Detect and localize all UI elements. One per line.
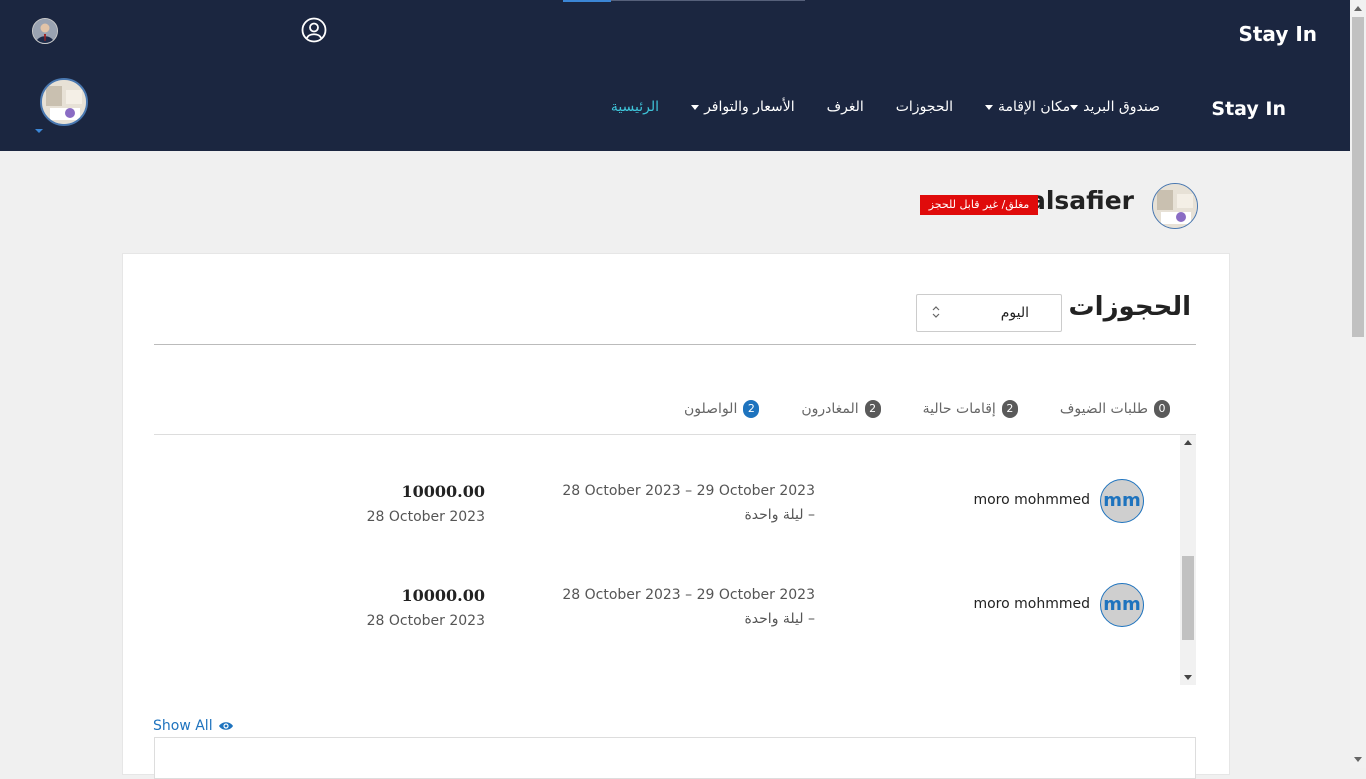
stay-dates: 28 October 2023 – 29 October 2023 ليلة و… <box>562 479 815 527</box>
tab-in-house[interactable]: 2 إقامات حالية <box>923 399 1018 419</box>
eye-icon <box>218 722 233 730</box>
account-avatar-small[interactable] <box>32 18 58 44</box>
booking-amount: 10000.00 28 October 2023 <box>367 583 485 633</box>
period-select[interactable]: اليوم <box>916 294 1062 332</box>
nav-bookings-label: الحجوزات <box>895 99 954 115</box>
nav-home[interactable]: الرئيسية <box>611 99 659 115</box>
tab-count-badge: 0 <box>1154 400 1170 418</box>
page-scrollbar[interactable] <box>1350 0 1366 768</box>
scroll-down-icon[interactable] <box>1184 675 1192 680</box>
hotel-avatar <box>1152 183 1198 229</box>
nav-property-label: مكان الإقامة <box>998 99 1071 115</box>
tab-guest-requests[interactable]: 0 طلبات الضيوف <box>1060 399 1170 419</box>
show-all-label: Show All <box>153 718 213 734</box>
status-badge: مغلق/ غير قابل للحجز <box>920 195 1038 215</box>
brand-logo-nav[interactable]: Stay In <box>1211 98 1286 120</box>
date-range: 28 October 2023 – 29 October 2023 <box>562 483 815 499</box>
booking-tabs: 2 الواصلون 2 المغادرون 2 إقامات حالية 0 … <box>642 399 1170 419</box>
guest-name: moro mohmmed <box>973 492 1090 508</box>
nav-rooms-label: الغرف <box>826 99 864 115</box>
nav-inbox[interactable]: صندوق البريد <box>1070 99 1160 115</box>
nav-rooms[interactable]: الغرف <box>827 99 864 115</box>
main-nav: الرئيسية الأسعار والتوافر الغرف الحجوزات… <box>579 97 1160 117</box>
loading-progress-track <box>611 0 805 1</box>
nav-property[interactable]: مكان الإقامة <box>985 99 1070 115</box>
hotel-name: alsafier <box>1028 186 1134 215</box>
top-navbar: Stay In Stay In الرئيسية الأسعار والتواف… <box>0 0 1350 151</box>
date-range: 28 October 2023 – 29 October 2023 <box>562 587 815 603</box>
guest-avatar: mm <box>1100 479 1144 523</box>
tab-arrivals[interactable]: 2 الواصلون <box>684 399 760 419</box>
guest-avatar: mm <box>1100 583 1144 627</box>
guest-name: moro mohmmed <box>973 596 1090 612</box>
scroll-up-icon[interactable] <box>1354 6 1362 11</box>
tab-label: إقامات حالية <box>922 401 996 417</box>
scroll-up-icon[interactable] <box>1184 440 1192 445</box>
scroll-thumb[interactable] <box>1182 556 1194 640</box>
price: 10000.00 <box>401 482 486 501</box>
tab-label: الواصلون <box>684 401 738 417</box>
nav-rates-availability[interactable]: الأسعار والتوافر <box>691 99 795 115</box>
title-divider <box>154 344 1196 345</box>
tab-count-badge: 2 <box>1001 400 1018 418</box>
nav-rates-label: الأسعار والتوافر <box>704 99 795 115</box>
nav-home-label: الرئيسية <box>610 99 660 115</box>
bookings-title: الحجوزات <box>1068 292 1191 322</box>
booking-row[interactable]: mm moro mohmmed 28 October 2023 – 29 Oct… <box>154 479 1180 579</box>
loading-progress-bar <box>563 0 611 2</box>
brand-logo-top[interactable]: Stay In <box>1238 22 1317 46</box>
page-scroll-thumb[interactable] <box>1352 17 1364 337</box>
price: 10000.00 <box>401 586 486 605</box>
bookings-list: mm moro mohmmed 28 October 2023 – 29 Oct… <box>154 435 1180 685</box>
booking-row[interactable]: mm moro mohmmed 28 October 2023 – 29 Oct… <box>154 583 1180 683</box>
tab-label: طلبات الضيوف <box>1059 401 1148 417</box>
stay-dates: 28 October 2023 – 29 October 2023 ليلة و… <box>562 583 815 631</box>
tab-count-badge: 2 <box>743 400 760 418</box>
nav-bookings[interactable]: الحجوزات <box>896 99 953 115</box>
nights-count: ليلة واحدة – <box>744 611 815 627</box>
booking-amount: 10000.00 28 October 2023 <box>367 479 485 529</box>
tab-departures[interactable]: 2 المغادرون <box>801 399 881 419</box>
period-select-value: اليوم <box>1000 305 1029 321</box>
chevron-down-icon <box>985 104 994 110</box>
tab-label: المغادرون <box>801 401 859 417</box>
chevron-down-icon[interactable] <box>35 129 43 133</box>
user-circle-icon[interactable] <box>301 17 327 43</box>
next-section-box <box>154 737 1196 779</box>
nights-count: ليلة واحدة – <box>744 507 815 523</box>
chevron-down-icon <box>1070 104 1079 110</box>
chevron-down-icon <box>691 104 700 110</box>
scroll-down-icon[interactable] <box>1354 757 1362 762</box>
sort-arrows-icon <box>932 306 940 318</box>
booked-on-date: 28 October 2023 <box>366 613 485 629</box>
booked-on-date: 28 October 2023 <box>366 509 485 525</box>
tab-count-badge: 2 <box>864 400 881 418</box>
show-all-link[interactable]: Show All <box>153 718 234 734</box>
nav-inbox-label: صندوق البريد <box>1083 99 1160 115</box>
property-avatar-nav[interactable] <box>40 78 88 126</box>
list-scrollbar[interactable] <box>1180 435 1196 685</box>
